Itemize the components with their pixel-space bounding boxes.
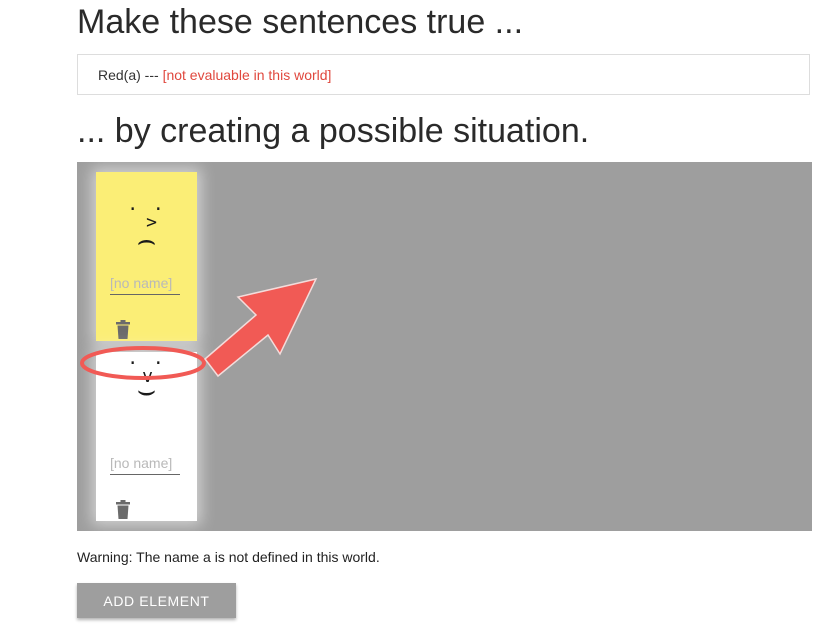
warning-message: Warning: The name a is not defined in th… <box>77 549 380 565</box>
trash-icon[interactable] <box>115 320 131 340</box>
sentence-list-item: Red(a) --- [not evaluable in this world] <box>77 54 810 95</box>
sentence-status: [not evaluable in this world] <box>162 67 332 83</box>
element-name-input[interactable] <box>110 272 180 295</box>
element-name-input[interactable] <box>110 452 180 475</box>
sentence-separator: --- <box>140 67 163 83</box>
add-element-button[interactable]: ADD ELEMENT <box>77 583 236 618</box>
world-element-card[interactable]: . . v ⌣ <box>96 348 197 521</box>
section-heading: ... by creating a possible situation. <box>77 112 590 150</box>
face-mouth: ⌣ <box>136 373 157 408</box>
world-element-card[interactable]: . . > ⌢ <box>96 172 197 341</box>
page-title: Make these sentences true ... <box>77 3 524 41</box>
sentence-formula: Red(a) <box>98 67 141 83</box>
face-mouth: ⌢ <box>136 223 157 258</box>
world-canvas[interactable]: . . > ⌢ . . v ⌣ <box>77 162 812 531</box>
trash-icon[interactable] <box>115 500 131 520</box>
